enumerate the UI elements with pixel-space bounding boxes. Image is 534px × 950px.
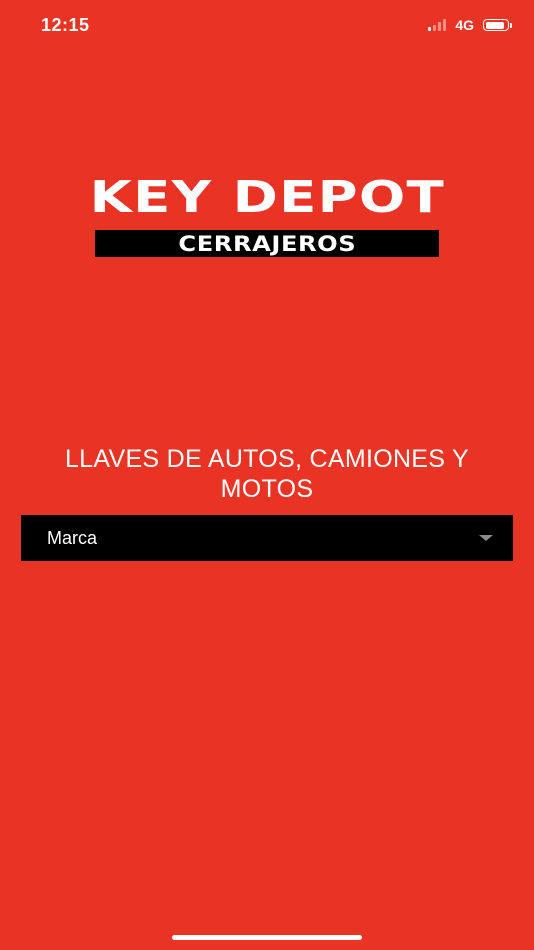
network-type: 4G [455,17,474,33]
status-bar: 12:15 4G [0,0,534,54]
chevron-down-icon [479,535,493,541]
brand-select-value: Marca [47,527,98,548]
app-logo: KEY DEPOT CERRAJEROS [0,172,534,257]
logo-title: KEY DEPOT [89,172,445,223]
logo-subtitle-band: CERRAJEROS [95,230,439,257]
battery-icon [483,19,512,31]
signal-icon [428,19,447,31]
status-time: 12:15 [41,15,90,35]
home-indicator[interactable] [172,935,362,940]
page-headline: LLAVES DE AUTOS, CAMIONES Y MOTOS [64,445,470,503]
logo-subtitle: CERRAJEROS [178,231,356,256]
status-indicators: 4G [428,17,512,33]
brand-select[interactable]: Marca [21,515,513,561]
